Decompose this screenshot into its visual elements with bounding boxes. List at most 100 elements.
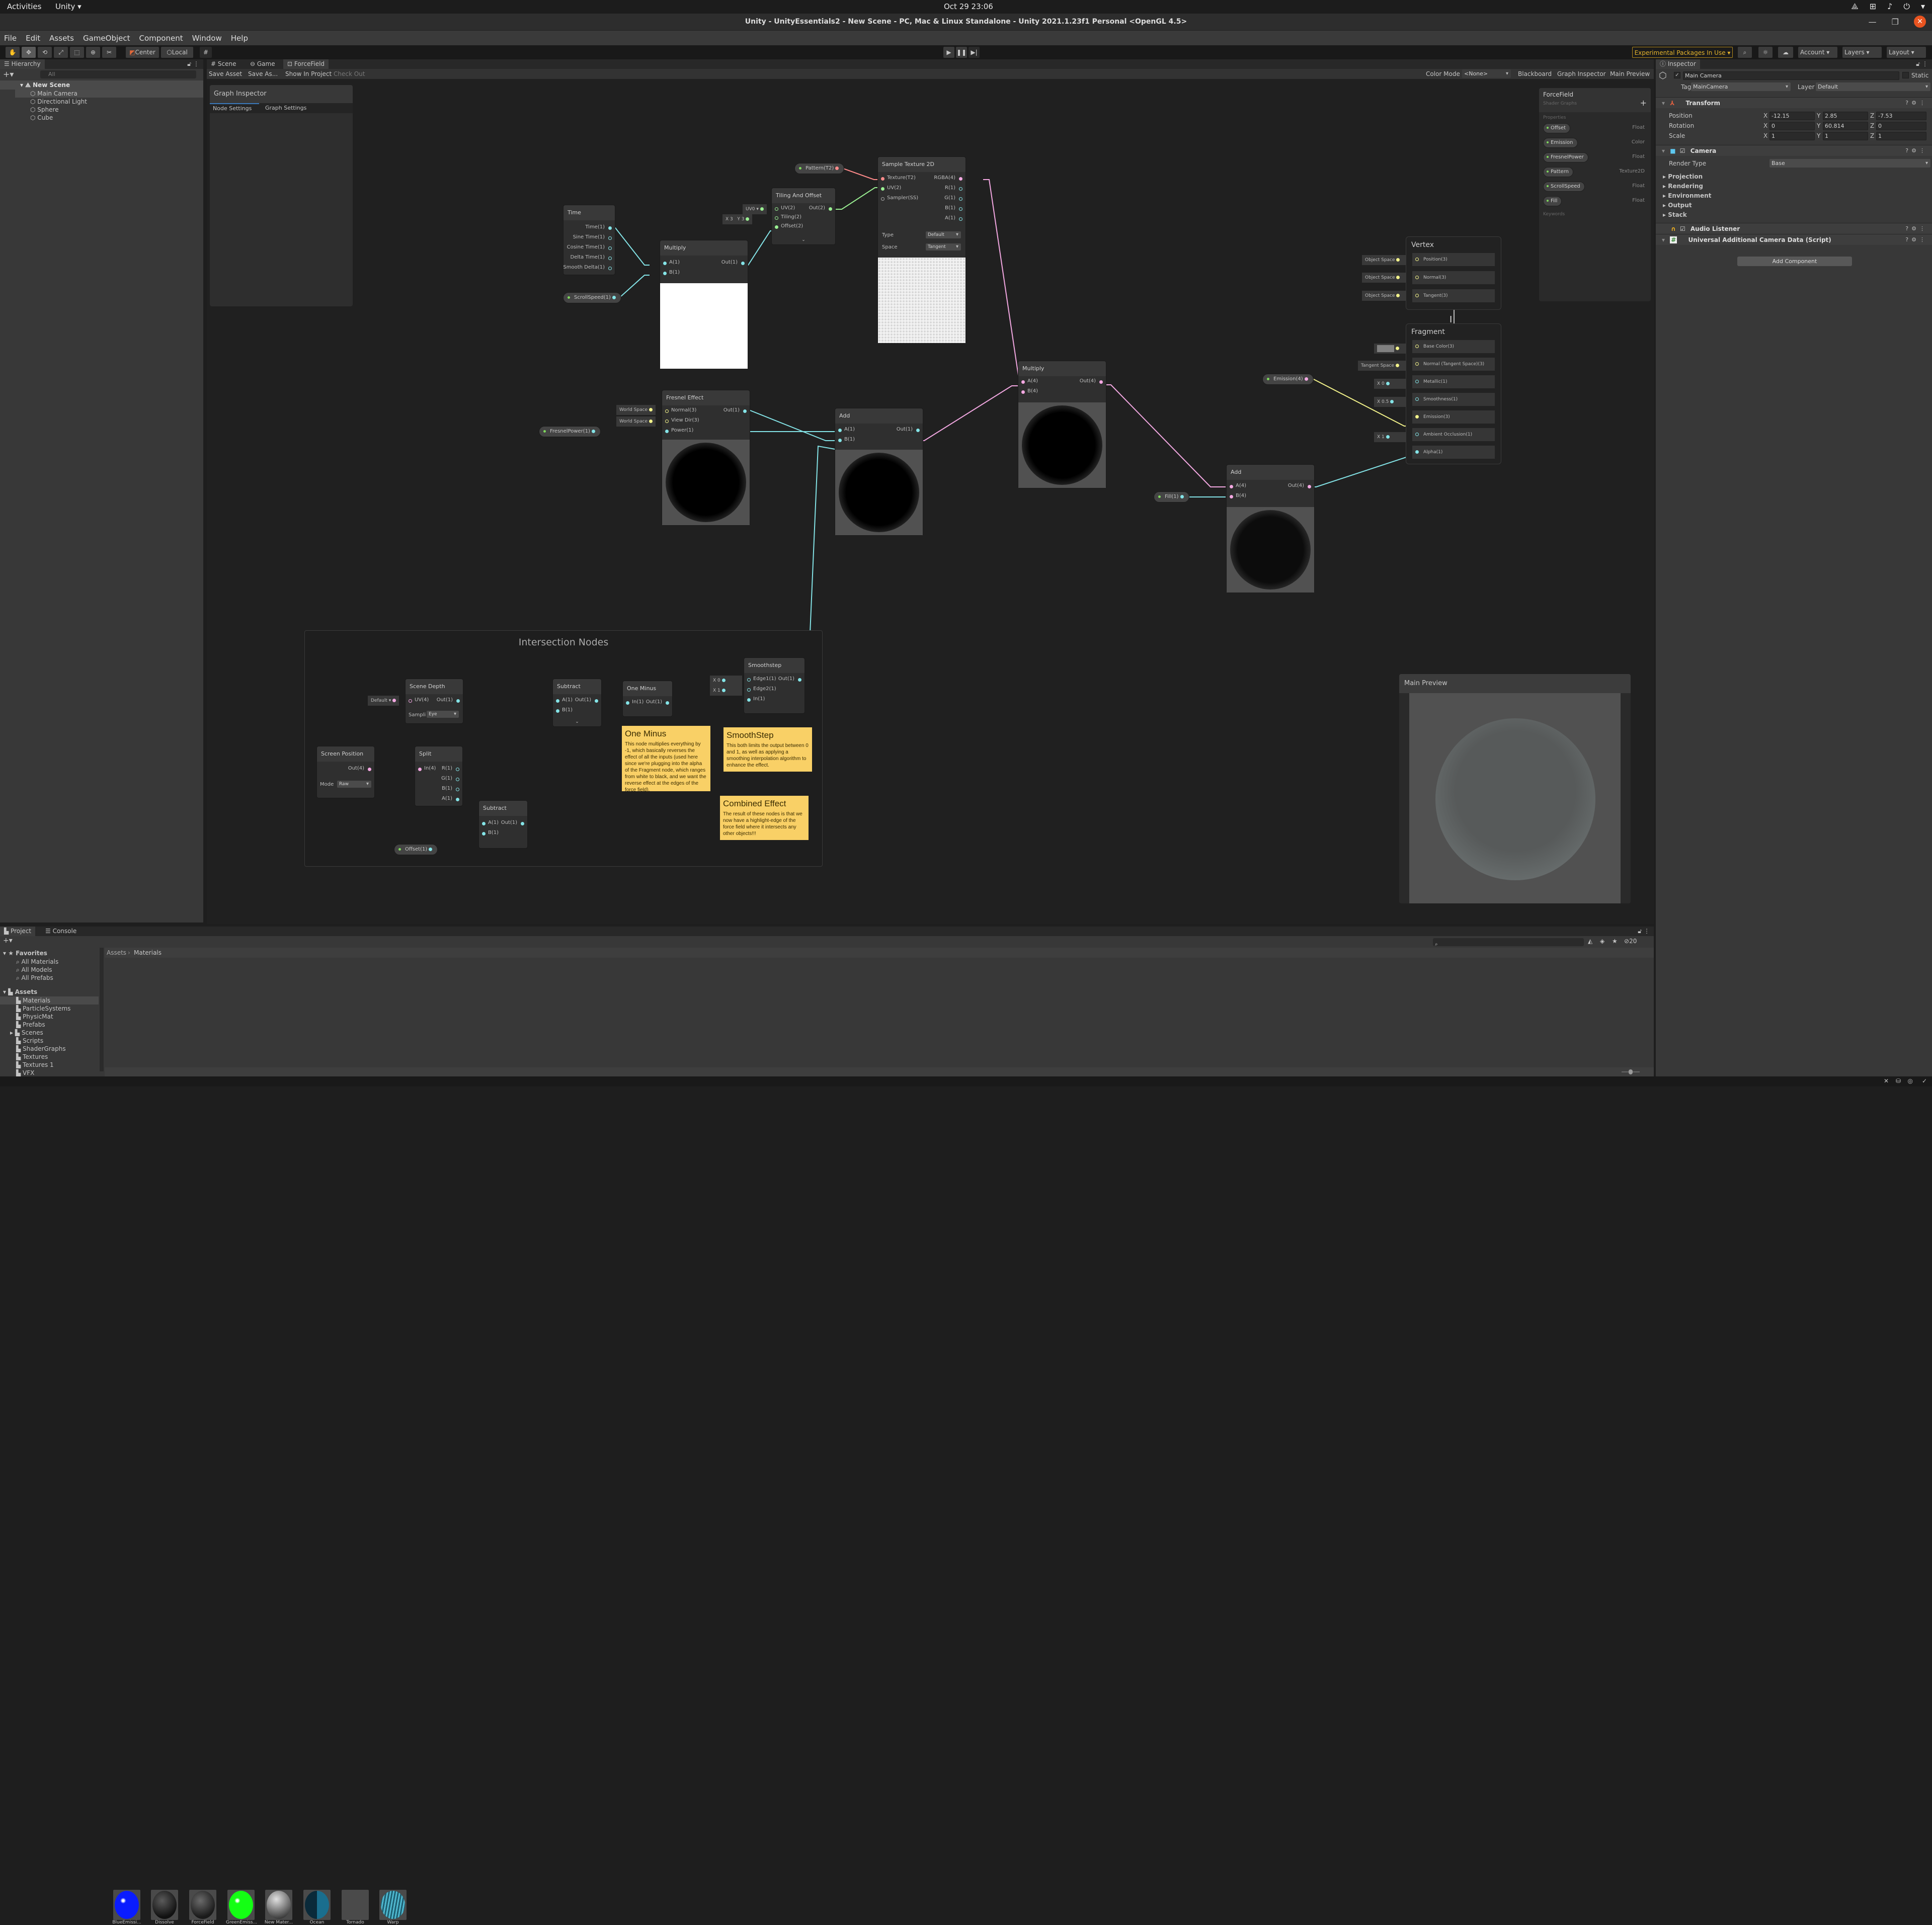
property-fresnelpower[interactable]: FresnelPower(1) — [539, 426, 601, 437]
asset-greenemissive[interactable]: GreenEmiss... — [226, 1890, 257, 1925]
folder-scripts[interactable]: ▙ Scripts — [16, 1037, 43, 1044]
show-in-project-button[interactable]: Show In Project — [285, 70, 332, 77]
breadcrumb-materials[interactable]: Materials — [134, 949, 162, 956]
favorite-item[interactable]: ⌕ All Models — [16, 966, 52, 974]
space-dropdown[interactable]: Tangent — [926, 243, 961, 250]
component-actions[interactable]: ?⚙⋮ — [1905, 223, 1928, 234]
port-dot[interactable] — [409, 699, 412, 703]
transform-tool-icon[interactable]: ⊕ — [86, 47, 100, 58]
render-type-dropdown[interactable]: Base — [1769, 159, 1930, 168]
port-dot[interactable] — [418, 768, 422, 771]
tab-graph-settings[interactable]: Graph Settings — [262, 103, 317, 113]
node-multiply-4[interactable]: Multiply A(4) B(4) Out(4) — [1018, 361, 1106, 488]
port-dot[interactable] — [959, 207, 962, 211]
port-dot[interactable] — [1021, 390, 1025, 394]
port-dot[interactable] — [1415, 433, 1419, 436]
port-dot[interactable] — [456, 798, 459, 801]
pivot-local-toggle[interactable]: ⬡Local — [161, 47, 193, 58]
more-icon[interactable]: ⋮ — [193, 60, 199, 67]
folder-vfx[interactable]: ▙ VFX — [16, 1069, 34, 1076]
port-dot[interactable] — [1099, 380, 1103, 384]
add-object-button[interactable]: +▾ — [3, 69, 14, 79]
hand-tool-icon[interactable]: ✋ — [6, 47, 20, 58]
node-subtract-2[interactable]: Subtract A(1) B(1) Out(1) — [478, 800, 528, 849]
fragment-row[interactable]: Base Color(3) — [1412, 340, 1495, 353]
blackboard-property[interactable]: Pattern Texture2D — [1543, 167, 1647, 177]
pivot-center-toggle[interactable]: ◩Center — [126, 47, 159, 58]
tangent-default-field[interactable]: Object Space — [1362, 291, 1406, 301]
folder-scenes[interactable]: ▸ ▙ Scenes — [10, 1029, 43, 1036]
rotation-x-field[interactable]: 0 — [1769, 122, 1815, 130]
tab-scene[interactable]: # Scene — [207, 59, 240, 69]
scale-tool-icon[interactable]: ⤢ — [54, 47, 68, 58]
position-z-field[interactable]: -7.53 — [1876, 112, 1926, 120]
node-sample-texture-2d[interactable]: Sample Texture 2D Texture(T2) UV(2) Samp… — [877, 156, 966, 344]
port-dot[interactable] — [1415, 380, 1419, 383]
cache-icon[interactable]: ◎ — [1908, 1077, 1913, 1084]
rotate-tool-icon[interactable]: ⟲ — [38, 47, 52, 58]
port-dot[interactable] — [556, 709, 559, 713]
step-button[interactable]: ▶| — [969, 47, 980, 58]
port-dot[interactable] — [368, 768, 371, 771]
lock-icon[interactable]: 🔓︎ — [1916, 60, 1920, 68]
blackboard-property[interactable]: Emission Color — [1543, 138, 1647, 148]
clock[interactable]: Oct 29 23:06 — [944, 2, 993, 11]
menu-assets[interactable]: Assets — [49, 34, 74, 43]
search-icon[interactable]: ⌕ — [1738, 47, 1752, 58]
gameobject-icon[interactable]: ⬡ — [1659, 70, 1667, 81]
property-fill[interactable]: Fill(1) — [1154, 491, 1189, 503]
base-color-swatch[interactable] — [1374, 344, 1406, 354]
play-button[interactable]: ▶ — [943, 47, 954, 58]
menu-file[interactable]: File — [4, 34, 17, 43]
port-dot[interactable] — [881, 187, 884, 191]
save-asset-button[interactable]: Save Asset — [209, 70, 242, 77]
breadcrumb-assets[interactable]: Assets — [107, 949, 126, 956]
mode-dropdown[interactable]: Raw — [337, 781, 371, 788]
vertex-stack[interactable]: Vertex Position(3) Normal(3) Tangent(3) — [1406, 236, 1501, 310]
port-dot[interactable] — [1415, 294, 1419, 297]
vertex-position-row[interactable]: Position(3) — [1412, 253, 1495, 266]
normal-default-field[interactable]: Object Space — [1362, 273, 1406, 283]
node-time[interactable]: Time Time(1) Sine Time(1) Cosine Time(1)… — [563, 205, 615, 275]
main-preview-toggle[interactable]: Main Preview — [1610, 70, 1650, 77]
asset-tornado[interactable]: Tornado — [340, 1890, 370, 1925]
object-name-field[interactable]: Main Camera — [1683, 71, 1899, 80]
port-dot[interactable] — [775, 216, 778, 220]
port-dot[interactable] — [743, 409, 747, 413]
asset-ocean[interactable]: Ocean — [302, 1890, 332, 1925]
foldout-rendering[interactable]: ▸ Rendering — [1663, 183, 1703, 190]
tab-game[interactable]: ⊖ Game — [246, 59, 279, 69]
edge2-field[interactable]: X 1 — [710, 686, 742, 696]
port-dot[interactable] — [798, 678, 801, 682]
foldout-output[interactable]: ▸ Output — [1663, 202, 1692, 209]
more-icon[interactable]: ⋮ — [1644, 928, 1650, 935]
viewdir-default-field[interactable]: World Space — [616, 416, 656, 427]
progress-check-icon[interactable]: ✓ — [1922, 1077, 1927, 1084]
port-dot[interactable] — [959, 187, 962, 191]
position-y-field[interactable]: 2.85 — [1823, 112, 1868, 120]
vertex-normal-row[interactable]: Normal(3) — [1412, 271, 1495, 284]
port-dot[interactable] — [608, 267, 612, 270]
foldout-stack[interactable]: ▸ Stack — [1663, 211, 1687, 218]
enabled-checkbox[interactable]: ☑ — [1680, 225, 1685, 232]
rotation-y-field[interactable]: 60.814 — [1823, 122, 1868, 130]
port-dot[interactable] — [959, 177, 962, 181]
port-dot[interactable] — [1415, 397, 1419, 401]
folder-textures-1[interactable]: ▙ Textures 1 — [16, 1061, 54, 1068]
slider-handle[interactable] — [1629, 1069, 1633, 1074]
folder-shadergraphs[interactable]: ▙ ShaderGraphs — [16, 1045, 66, 1052]
chevron-down-icon[interactable]: ▾ — [1921, 2, 1925, 12]
position-x-field[interactable]: -12.15 — [1769, 112, 1815, 120]
foldout-projection[interactable]: ▸ Projection — [1663, 173, 1703, 180]
favorite-star-icon[interactable]: ★ — [1612, 938, 1618, 945]
port-dot[interactable] — [608, 246, 612, 250]
port-dot[interactable] — [482, 832, 486, 835]
icon-size-slider[interactable] — [1622, 1069, 1640, 1074]
tab-inspector[interactable]: ⓘ Inspector — [1656, 59, 1700, 69]
tab-node-settings[interactable]: Node Settings — [210, 103, 259, 113]
port-dot[interactable] — [747, 678, 751, 682]
layers-dropdown[interactable]: Layers ▾ — [1842, 47, 1882, 58]
cloud-icon[interactable]: ☁ — [1778, 47, 1793, 58]
port-dot[interactable] — [608, 236, 612, 240]
port-dot[interactable] — [665, 430, 669, 433]
